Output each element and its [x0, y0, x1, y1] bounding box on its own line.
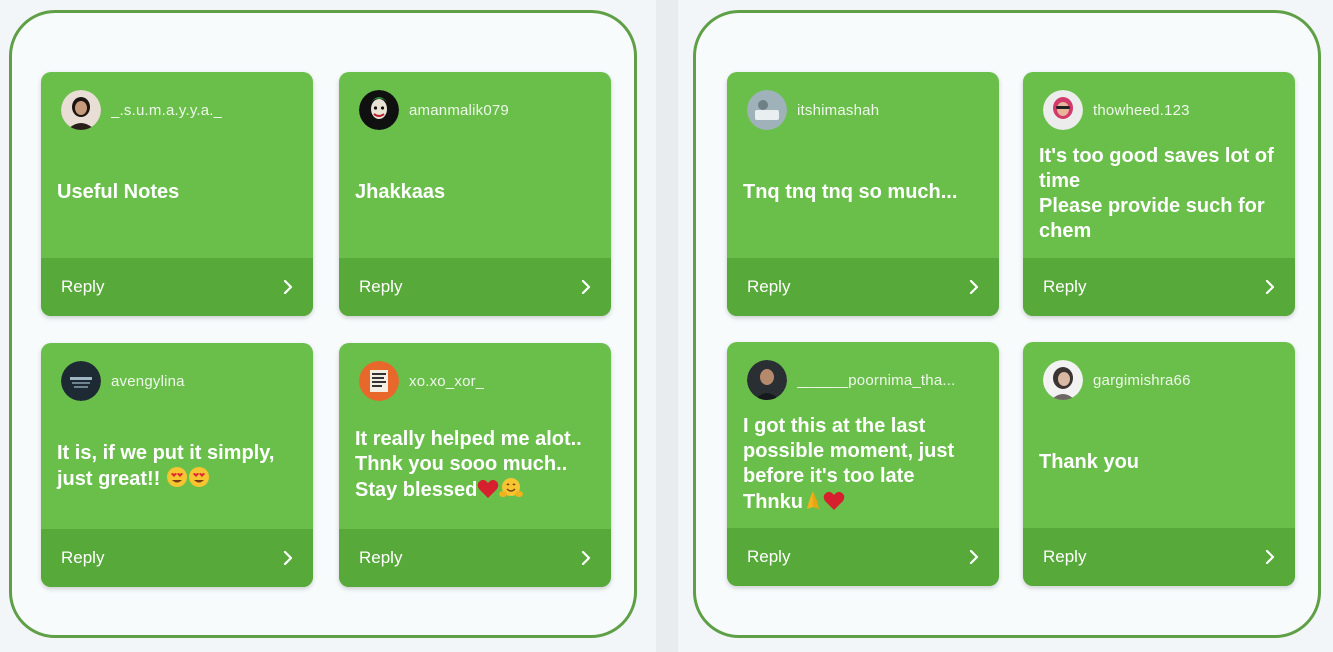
reply-label: Reply — [359, 277, 403, 296]
username[interactable]: ______poornima_tha... — [797, 372, 956, 389]
heart-eyes-emoji-icon — [166, 466, 188, 495]
comment-card: ______poornima_tha... I got this at the … — [727, 342, 999, 586]
reply-button[interactable]: Reply — [41, 529, 313, 587]
reply-label: Reply — [359, 548, 403, 567]
reply-label: Reply — [61, 548, 105, 567]
username[interactable]: itshimashah — [797, 102, 879, 119]
comment-text: It really helped me alot.. Thnk you sooo… — [355, 427, 599, 506]
comment-card: thowheed.123 It's too good saves lot of … — [1023, 72, 1295, 316]
comment-card: itshimashah Tnq tnq tnq so much... Reply — [727, 72, 999, 316]
chevron-right-icon — [1265, 280, 1275, 294]
username[interactable]: amanmalik079 — [409, 102, 509, 119]
comment-text: Jhakkaas — [355, 181, 446, 203]
heart-eyes-emoji-icon — [188, 466, 210, 495]
comment-text: It's too good saves lot of time Please p… — [1039, 145, 1274, 242]
username[interactable]: _.s.u.m.a.y.y.a._ — [111, 102, 222, 119]
comment-text-body: It really helped me alot.. Thnk you sooo… — [355, 428, 582, 501]
reply-button[interactable]: Reply — [727, 528, 999, 586]
panel-divider — [656, 0, 678, 652]
user-avatar-icon — [61, 90, 101, 130]
reply-button[interactable]: Reply — [41, 258, 313, 316]
user-avatar-icon — [1043, 90, 1083, 130]
chevron-right-icon — [969, 550, 979, 564]
reply-label: Reply — [61, 277, 105, 296]
reply-label: Reply — [747, 547, 791, 566]
user-avatar-icon — [747, 360, 787, 400]
red-heart-emoji-icon — [477, 479, 499, 506]
reply-button[interactable]: Reply — [339, 258, 611, 316]
username[interactable]: gargimishra66 — [1093, 372, 1191, 389]
comment-text: I got this at the last possible moment, … — [743, 414, 987, 518]
comment-text: Tnq tnq tnq so much... — [743, 181, 958, 203]
comment-card: amanmalik079 Jhakkaas Reply — [339, 72, 611, 316]
comment-card: gargimishra66 Thank you Reply — [1023, 342, 1295, 586]
reply-label: Reply — [1043, 277, 1087, 296]
user-avatar-icon — [1043, 360, 1083, 400]
comment-text: Thank you — [1039, 451, 1140, 473]
user-avatar-icon — [359, 361, 399, 401]
chevron-right-icon — [581, 280, 591, 294]
folded-hands-emoji-icon — [803, 489, 823, 518]
chevron-right-icon — [581, 551, 591, 565]
testimonial-panel-right: itshimashah Tnq tnq tnq so much... Reply… — [693, 10, 1321, 638]
user-avatar-icon — [61, 361, 101, 401]
chevron-right-icon — [1265, 550, 1275, 564]
reply-button[interactable]: Reply — [727, 258, 999, 316]
comment-text: Useful Notes — [57, 181, 180, 203]
comment-card: avengylina It is, if we put it simply, j… — [41, 343, 313, 587]
reply-button[interactable]: Reply — [1023, 258, 1295, 316]
username[interactable]: thowheed.123 — [1093, 102, 1190, 119]
red-heart-emoji-icon — [823, 491, 845, 518]
reply-label: Reply — [1043, 547, 1087, 566]
username[interactable]: xo.xo_xor_ — [409, 373, 484, 390]
chevron-right-icon — [283, 280, 293, 294]
chevron-right-icon — [283, 551, 293, 565]
comment-text-body: I got this at the last possible moment, … — [743, 415, 955, 513]
reply-button[interactable]: Reply — [339, 529, 611, 587]
comment-text: It is, if we put it simply, just great!! — [57, 441, 301, 495]
user-avatar-icon — [747, 90, 787, 130]
testimonial-panel-left: _.s.u.m.a.y.y.a._ Useful Notes Reply ama… — [9, 10, 637, 638]
chevron-right-icon — [969, 280, 979, 294]
comment-card: _.s.u.m.a.y.y.a._ Useful Notes Reply — [41, 72, 313, 316]
hugging-face-emoji-icon — [499, 477, 524, 506]
user-avatar-icon — [359, 90, 399, 130]
username[interactable]: avengylina — [111, 373, 185, 390]
reply-label: Reply — [747, 277, 791, 296]
comment-card: xo.xo_xor_ It really helped me alot.. Th… — [339, 343, 611, 587]
reply-button[interactable]: Reply — [1023, 528, 1295, 586]
